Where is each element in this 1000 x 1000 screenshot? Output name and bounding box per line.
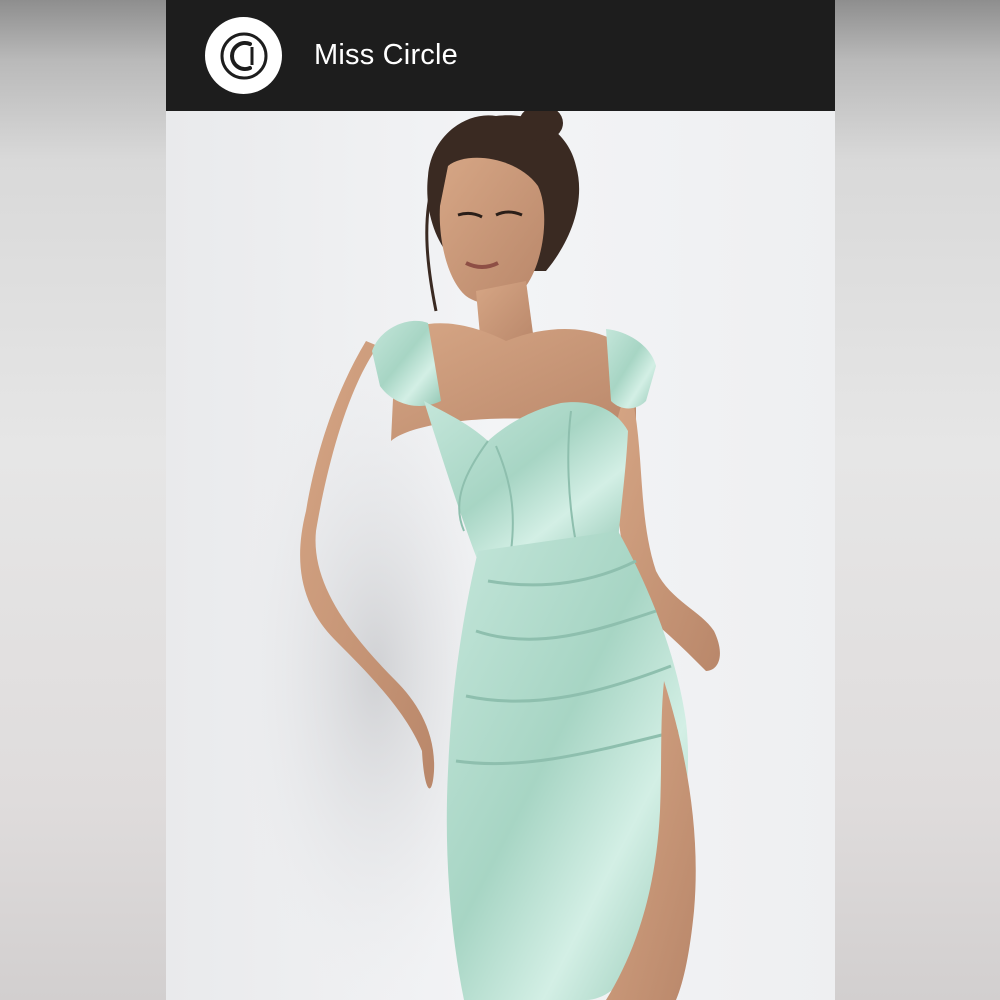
left-blur-backdrop: [0, 0, 166, 1000]
model-dress-illustration: [236, 111, 720, 1000]
author-avatar[interactable]: [205, 17, 282, 94]
circle-logo-icon: [220, 32, 267, 79]
author-name[interactable]: Miss Circle: [314, 39, 458, 72]
post-header: Miss Circle: [166, 0, 835, 111]
right-blur-backdrop: [835, 0, 1000, 1000]
post-card: Miss Circle: [166, 0, 835, 1000]
post-photo: [166, 111, 835, 1000]
